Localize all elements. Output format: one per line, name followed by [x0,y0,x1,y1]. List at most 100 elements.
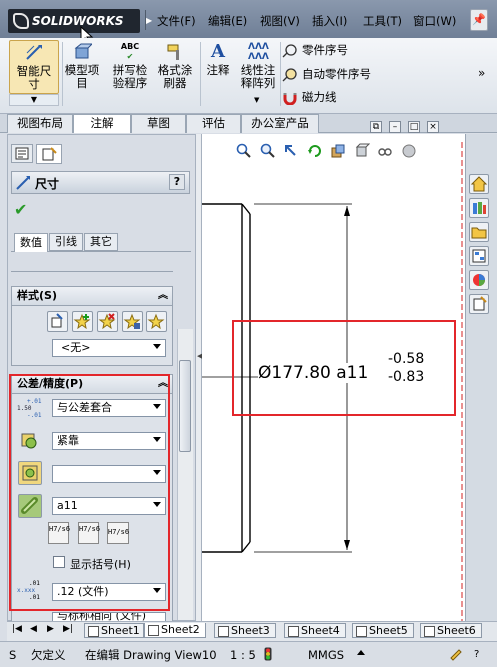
property-manager-icon [42,147,57,161]
sheet-tab-4[interactable]: Sheet4 [284,623,346,638]
spell-check-icon: ABC ✔ [120,42,140,61]
minimize-icon[interactable]: – [389,121,401,133]
view-palette-icon[interactable] [469,246,489,266]
linear-note-dropdown[interactable]: ▼ [254,96,259,104]
traffic-light-icon [264,647,272,661]
scrollbar-thumb[interactable] [179,360,191,452]
menu-edit[interactable]: 编辑(E) [208,13,247,29]
chevron-down-icon [153,344,161,349]
menu-arrow-icon[interactable]: ▶ [146,16,152,25]
sheet-tab-1[interactable]: Sheet1 [84,623,144,638]
help-icon[interactable]: ? [474,644,479,666]
sheet-tab-2[interactable]: Sheet2 [144,623,206,638]
status-units[interactable]: MMGS [308,644,344,666]
menu-insert[interactable]: 插入(I) [312,13,347,29]
model-items-button[interactable]: 模型项目 [62,42,102,90]
style-section-header[interactable]: 样式(S) ︽ [11,286,173,306]
tab-evaluate[interactable]: 评估 [186,114,241,133]
chamfer-top [241,203,251,215]
star-add-icon [73,313,91,330]
status-bar: S 欠定义 在编辑 Drawing View10 1 : 5 MMGS ? [0,641,497,667]
magnetic-line-button[interactable]: 磁力线 [282,89,337,105]
divider [200,42,201,106]
quick-tips-icon[interactable] [448,646,464,662]
subtab-value[interactable]: 数值 [14,233,48,252]
sheet-tab-6[interactable]: Sheet6 [420,623,482,638]
first-sheet-icon[interactable]: |◀ [12,624,22,634]
maximize-icon[interactable]: □ [408,121,420,133]
feature-tree-icon [15,147,29,160]
file-explorer-icon[interactable] [469,222,489,242]
menu-window[interactable]: 窗口(W) [413,13,456,29]
status-definition: 欠定义 [31,648,66,662]
tab-view-layout[interactable]: 视图布局 [7,114,73,133]
save-style-button[interactable] [122,311,143,332]
menu-tools[interactable]: 工具(T) [363,13,402,29]
balloon-button[interactable]: 零件序号 [282,42,348,58]
solidworks-logo[interactable]: SOLIDWORKS [8,9,140,33]
collapse-icon[interactable]: ︽ [158,287,168,305]
restore-icon[interactable]: ⧉ [370,121,382,133]
add-style-button[interactable] [72,311,93,332]
arrow-top [344,206,350,216]
next-sheet-icon[interactable]: ▶ [47,624,54,634]
status-editing: 在编辑 Drawing View10 [85,648,217,662]
auto-balloon-icon [282,67,297,81]
smart-dimension-icon [26,45,42,60]
magnet-icon [283,92,297,105]
sheet-tab-5[interactable]: Sheet5 [352,623,414,638]
format-painter-button[interactable]: 格式涂刷器 [155,42,195,90]
star-load-icon [147,313,165,330]
ok-checkmark-icon[interactable]: ✔ [14,200,27,219]
model-items-icon [74,43,92,59]
divider [11,271,173,272]
tab-sketch[interactable]: 草图 [131,114,186,133]
subtab-other[interactable]: 其它 [84,233,118,251]
custom-properties-icon[interactable] [469,294,489,314]
dimension-icon [16,176,30,190]
close-icon[interactable]: × [427,121,439,133]
home-icon[interactable] [469,174,489,194]
menu-view[interactable]: 视图(V) [260,13,300,29]
note-button[interactable]: A 注释 [203,42,233,77]
load-style-button[interactable] [146,311,167,332]
auto-balloon-button[interactable]: 自动零件序号 [282,66,371,82]
previous-sheet-icon[interactable]: ◀ [30,624,37,634]
status-scale: 1 : 5 [230,648,256,662]
menu-file[interactable]: 文件(F) [157,13,196,29]
apply-style-button[interactable] [47,311,68,332]
linear-note-pattern-icon: ΛΛΛ ΛΛΛ [248,42,269,62]
linear-note-pattern-button[interactable]: ΛΛΛ ΛΛΛ 线性注释阵列 [236,42,280,90]
delete-style-button[interactable] [97,311,118,332]
dimension-highlight-box [232,320,456,416]
feature-tree-tab[interactable] [11,144,33,163]
note-icon: A [211,41,225,62]
smart-dimension-button[interactable]: 智能尺寸 [9,40,59,94]
smart-dimension-dropdown[interactable]: ▼ [9,94,59,106]
design-library-icon[interactable] [469,198,489,218]
window-controls: ⧉ – □ × [370,119,446,133]
star-delete-icon [98,313,116,330]
appearances-icon[interactable] [469,270,489,290]
more-commands-icon[interactable]: » [478,66,485,80]
ds-logo-icon [13,13,29,29]
tolerance-highlight-box [9,374,170,611]
style-apply-icon [51,313,63,328]
balloon-icon [282,43,297,57]
subtab-leader[interactable]: 引线 [49,233,83,251]
status-prefix: S [9,648,17,662]
divider [280,42,281,106]
units-menu-icon[interactable] [357,650,365,655]
spell-check-button[interactable]: ABC ✔ 拼写检验程序 [108,42,152,90]
property-manager-tab[interactable] [36,144,62,164]
tab-office-products[interactable]: 办公室产品 [241,114,319,133]
sheet-tab-3[interactable]: Sheet3 [214,623,276,638]
tab-annotation[interactable]: 注解 [73,114,131,133]
task-pane [465,134,497,621]
panel-header: 尺寸 ? [11,171,190,194]
pin-icon[interactable]: 📌 [470,9,488,31]
help-button[interactable]: ? [169,174,185,190]
style-select[interactable]: <无> [52,339,166,357]
last-sheet-icon[interactable]: ▶| [63,624,73,634]
panel-title: 尺寸 [35,177,60,191]
